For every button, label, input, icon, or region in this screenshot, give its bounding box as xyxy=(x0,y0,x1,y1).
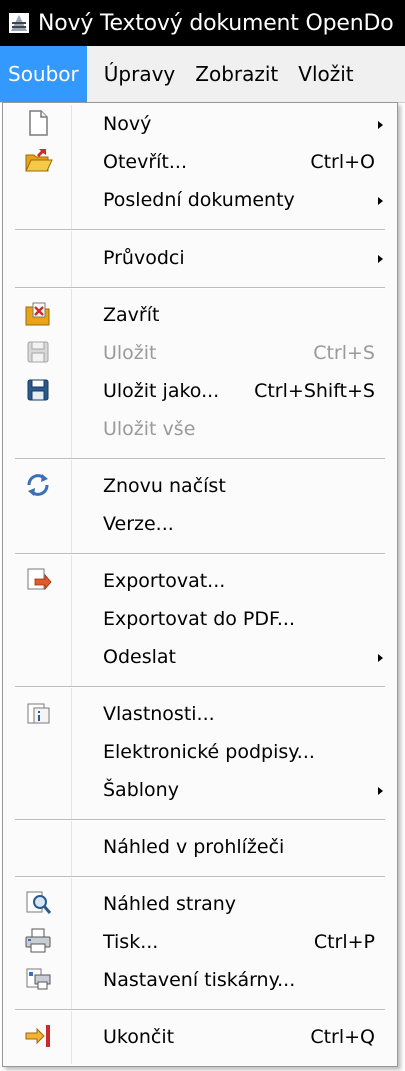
menu-item-otevrit[interactable]: Otevřít... Ctrl+O xyxy=(3,143,397,181)
file-menu-dropdown: Nový Otevřít... Ctrl+O Poslední dokument… xyxy=(2,102,398,1067)
menu-item-label: Nový xyxy=(103,113,152,135)
menu-item-label: Uložit xyxy=(103,342,157,364)
new-document-icon xyxy=(29,110,48,136)
menu-item-label: Odeslat xyxy=(103,646,176,668)
menu-item-label: Exportovat... xyxy=(103,570,226,592)
menu-upravy[interactable]: Úpravy xyxy=(97,46,182,102)
menu-separator xyxy=(15,287,385,289)
menu-item-ukoncit[interactable]: Ukončit Ctrl+Q xyxy=(3,1018,397,1056)
reload-icon xyxy=(27,474,49,496)
save-as-disk-icon xyxy=(27,379,49,401)
menu-item-label: Zavřít xyxy=(103,304,160,326)
menu-item-label: Uložit jako... xyxy=(103,380,220,402)
save-disk-icon xyxy=(27,341,49,363)
exit-icon xyxy=(25,1025,50,1047)
shortcut-label: Ctrl+O xyxy=(310,151,375,173)
menu-item-nastaveni-tiskarny[interactable]: Nastavení tiskárny... xyxy=(3,961,397,999)
menu-item-label: Tisk... xyxy=(103,931,159,953)
menu-item-nahled-strany[interactable]: Náhled strany xyxy=(3,885,397,923)
title-bar: Nový Textový dokument OpenDo xyxy=(0,0,405,46)
menu-item-sablony[interactable]: Šablony xyxy=(3,771,397,809)
menu-item-novy[interactable]: Nový xyxy=(3,105,397,143)
menu-item-label: Ukončit xyxy=(103,1026,175,1048)
menu-item-nahled-prohlizeci[interactable]: Náhled v prohlížeči xyxy=(3,828,397,866)
menu-item-vlastnosti[interactable]: Vlastnosti... xyxy=(3,695,397,733)
menu-bar: Soubor Úpravy Zobrazit Vložit xyxy=(0,46,405,103)
menu-vlozit[interactable]: Vložit xyxy=(291,46,360,102)
submenu-arrow-icon xyxy=(378,197,383,205)
menu-separator xyxy=(15,553,385,555)
submenu-arrow-icon xyxy=(378,654,383,662)
properties-icon xyxy=(27,703,50,724)
menu-item-label: Otevřít... xyxy=(103,151,187,173)
menu-item-znovu-nacist[interactable]: Znovu načíst xyxy=(3,467,397,505)
printer-settings-icon xyxy=(26,968,51,990)
menu-item-label: Šablony xyxy=(103,779,179,801)
openoffice-writer-icon xyxy=(9,13,29,33)
page-preview-icon xyxy=(26,891,52,914)
shortcut-label: Ctrl+Q xyxy=(310,1026,375,1048)
submenu-arrow-icon xyxy=(378,255,383,263)
menu-soubor[interactable]: Soubor xyxy=(0,46,87,102)
menu-item-label: Elektronické podpisy... xyxy=(103,741,315,763)
menu-separator xyxy=(15,686,385,688)
submenu-arrow-icon xyxy=(378,787,383,795)
menu-item-label: Exportovat do PDF... xyxy=(103,608,296,630)
menu-item-label: Náhled v prohlížeči xyxy=(103,836,285,858)
open-folder-icon xyxy=(25,149,53,172)
menu-separator xyxy=(15,1009,385,1011)
close-document-icon xyxy=(25,302,50,326)
printer-icon xyxy=(25,928,51,953)
menu-item-zavrit[interactable]: Zavřít xyxy=(3,296,397,334)
menu-item-ulozit-jako[interactable]: Uložit jako... Ctrl+Shift+S xyxy=(3,372,397,410)
menu-item-label: Vlastnosti... xyxy=(103,703,215,725)
menu-item-label: Nastavení tiskárny... xyxy=(103,969,296,991)
menu-item-posledni-dokumenty[interactable]: Poslední dokumenty xyxy=(3,181,397,219)
menu-item-ulozit-vse[interactable]: Uložit vše xyxy=(3,410,397,448)
menu-item-tisk[interactable]: Tisk... Ctrl+P xyxy=(3,923,397,961)
menu-item-pruvodci[interactable]: Průvodci xyxy=(3,239,397,277)
menu-separator xyxy=(15,458,385,460)
menu-item-label: Náhled strany xyxy=(103,893,237,915)
menu-item-ulozit[interactable]: Uložit Ctrl+S xyxy=(3,334,397,372)
shortcut-label: Ctrl+Shift+S xyxy=(254,380,375,402)
menu-separator xyxy=(15,229,385,231)
export-icon xyxy=(27,568,52,591)
menu-item-verze[interactable]: Verze... xyxy=(3,505,397,543)
menu-zobrazit[interactable]: Zobrazit xyxy=(188,46,285,102)
menu-item-label: Průvodci xyxy=(103,247,185,269)
menu-separator xyxy=(15,819,385,821)
menu-item-label: Verze... xyxy=(103,513,174,535)
menu-item-exportovat-pdf[interactable]: Exportovat do PDF... xyxy=(3,600,397,638)
menu-separator xyxy=(15,876,385,878)
window-title: Nový Textový dokument OpenDo xyxy=(38,10,394,36)
menu-item-odeslat[interactable]: Odeslat xyxy=(3,638,397,676)
menu-item-label: Znovu načíst xyxy=(103,475,226,497)
menu-item-elektronicke-podpisy[interactable]: Elektronické podpisy... xyxy=(3,733,397,771)
shortcut-label: Ctrl+S xyxy=(313,342,375,364)
menu-item-label: Poslední dokumenty xyxy=(103,189,295,211)
menu-item-exportovat[interactable]: Exportovat... xyxy=(3,562,397,600)
menu-item-label: Uložit vše xyxy=(103,418,196,440)
shortcut-label: Ctrl+P xyxy=(313,931,375,953)
submenu-arrow-icon xyxy=(378,121,383,129)
